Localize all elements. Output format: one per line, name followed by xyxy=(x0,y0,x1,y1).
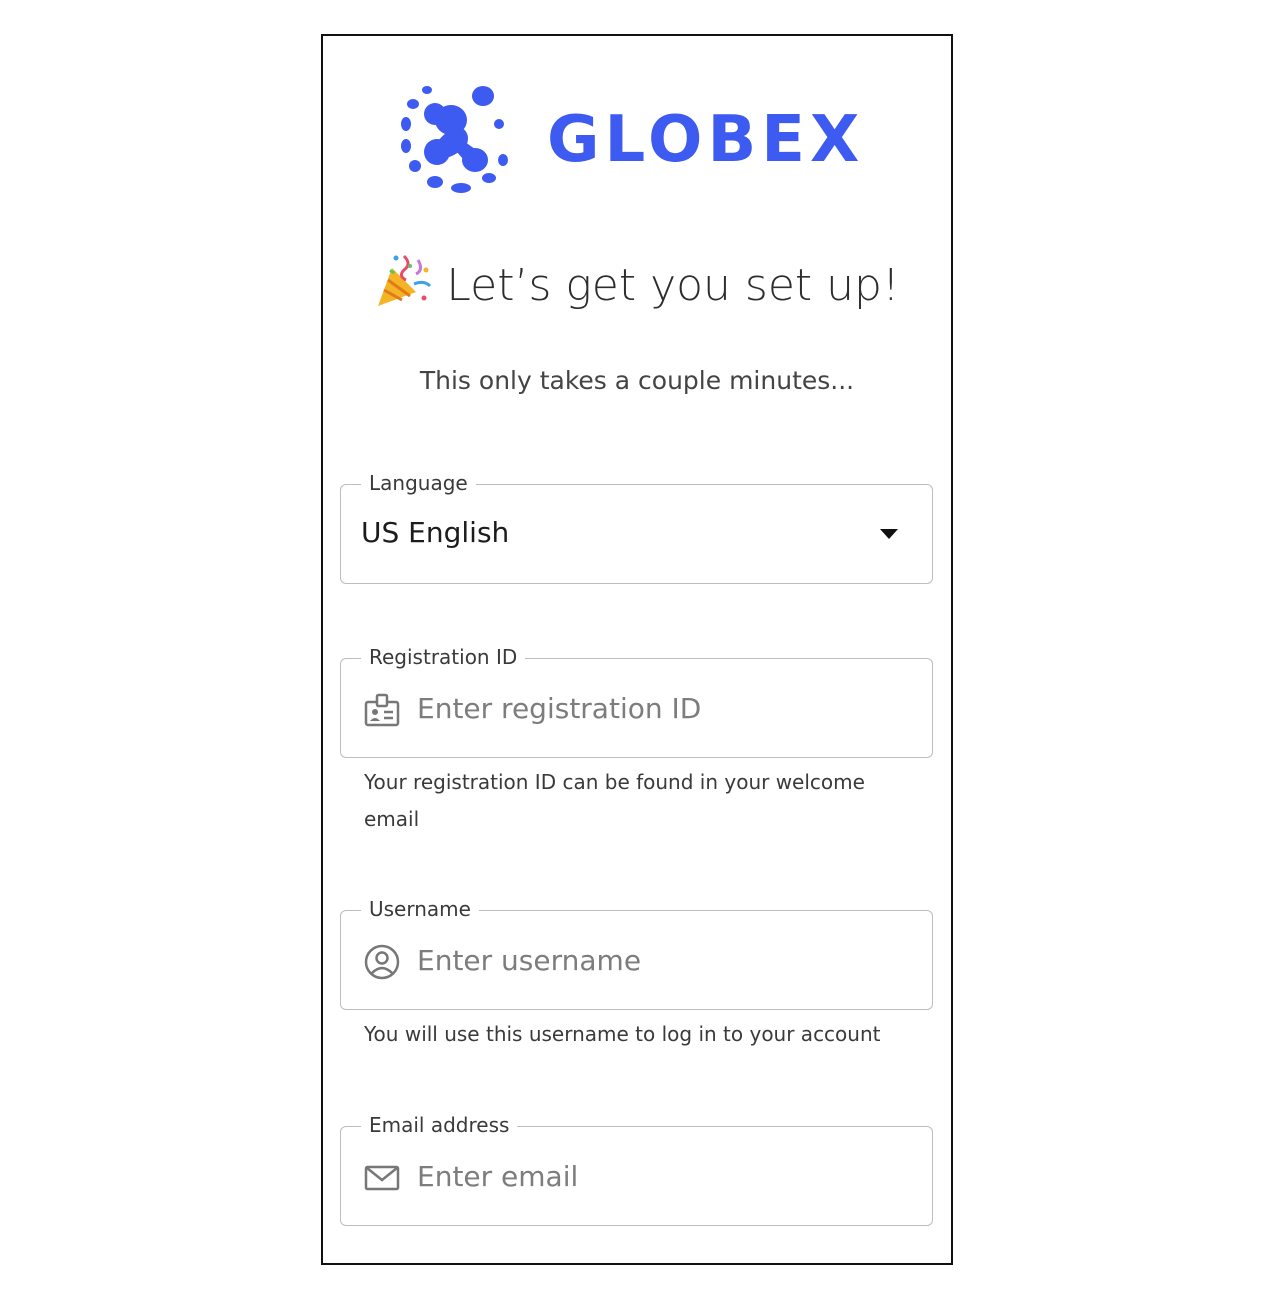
globe-logo-icon xyxy=(401,86,508,193)
user-circle-icon xyxy=(364,944,400,980)
username-label: Username xyxy=(361,896,479,922)
brand-logo: GLOBEX xyxy=(397,82,877,202)
signup-panel: GLOBEX Let’s get you set up! This only t… xyxy=(321,34,953,1265)
dropdown-caret-icon[interactable] xyxy=(880,529,898,539)
id-badge-icon xyxy=(364,693,400,727)
username-input[interactable] xyxy=(417,941,897,979)
registration-id-input[interactable] xyxy=(417,689,897,727)
page-title: Let’s get you set up! xyxy=(323,250,951,318)
language-value: US English xyxy=(361,516,510,549)
registration-id-field[interactable]: Registration ID xyxy=(340,644,933,758)
page-subtitle: This only takes a couple minutes... xyxy=(419,366,855,395)
username-helper: You will use this username to log in to … xyxy=(364,1022,881,1046)
registration-id-helper: Your registration ID can be found in you… xyxy=(364,770,865,831)
page-title-text: Let’s get you set up! xyxy=(446,260,900,311)
email-input[interactable] xyxy=(417,1157,897,1195)
language-select[interactable]: Language US English xyxy=(340,470,933,584)
email-label: Email address xyxy=(361,1112,518,1138)
registration-id-label: Registration ID xyxy=(361,644,526,670)
envelope-icon xyxy=(364,1165,400,1191)
email-field[interactable]: Email address xyxy=(340,1112,933,1226)
party-popper-icon xyxy=(378,254,432,306)
username-field[interactable]: Username xyxy=(340,896,933,1010)
brand-name: GLOBEX xyxy=(547,103,865,177)
language-label: Language xyxy=(361,470,476,496)
